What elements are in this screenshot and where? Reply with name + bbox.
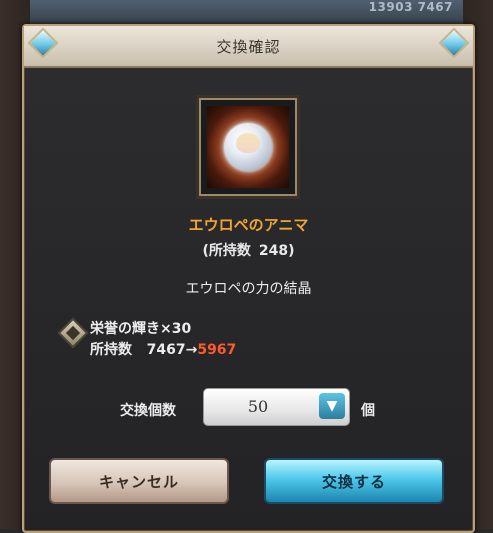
owned-value: 248) [258,243,295,259]
gem-ornament-icon [27,27,59,59]
quantity-unit: 個 [361,403,375,419]
currency-counter: 13903 7467 [368,0,453,14]
item-name: エウロペのアニマ [188,216,309,234]
cost-item-name: 栄誉の輝き×30 [90,321,192,337]
character-portrait [236,133,260,153]
cost-owned-before: 7467 [146,342,186,358]
quantity-select[interactable]: 50 ▼ [203,388,350,426]
cost-owned-label: 所持数 [90,342,132,358]
item-owned-count: (所持数 248) [24,240,473,260]
exchange-button[interactable]: 交換する [264,458,444,504]
chevron-down-icon[interactable]: ▼ [319,393,345,419]
quantity-label: 交換個数 [120,403,176,419]
anima-orb-icon [224,123,272,171]
item-thumbnail [199,98,297,196]
item-description: エウロペの力の結晶 [185,281,312,297]
cost-owned-after: 5967 [197,342,237,358]
dialog-header: 交換確認 [24,26,473,68]
quantity-value: 50 [247,397,269,416]
cost-owned-line: 所持数 7467→5967 [90,339,236,359]
dialog-title: 交換確認 [216,37,281,56]
owned-label: (所持数 [202,243,251,259]
honor-shine-icon [57,317,89,349]
arrow-icon: → [185,342,198,358]
anima-art [207,106,289,188]
exchange-confirm-dialog: 交換確認 エウロペのアニマ (所持数 248) エウロペの力の結晶 栄誉の輝き×3… [22,24,475,533]
gem-ornament-icon [438,27,470,59]
cancel-button[interactable]: キャンセル [49,458,229,504]
